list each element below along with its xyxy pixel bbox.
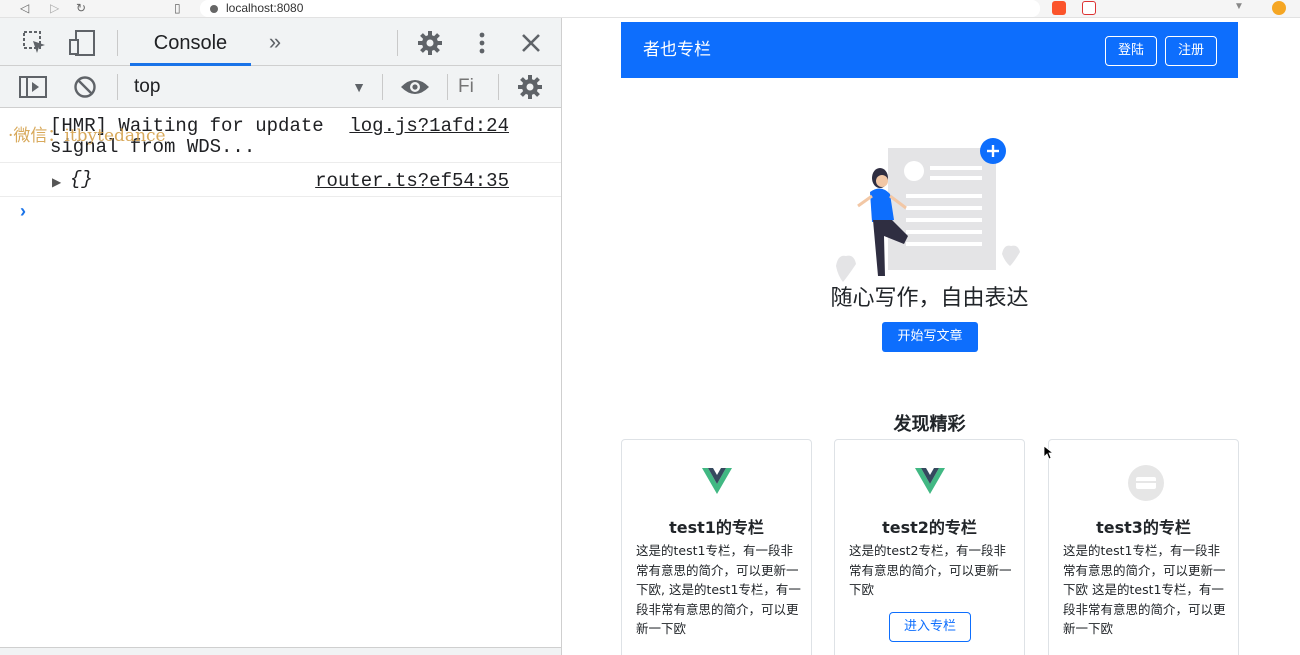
rewards-icon[interactable] bbox=[1082, 1, 1096, 15]
section-title: 发现精彩 bbox=[893, 414, 966, 435]
enter-column-button[interactable]: 进入专栏 bbox=[889, 612, 971, 642]
filter-input[interactable] bbox=[458, 74, 488, 100]
hero-illustration bbox=[828, 136, 1028, 286]
console-prompt-icon[interactable]: › bbox=[20, 201, 26, 222]
brand-logo[interactable]: 者也专栏 bbox=[643, 22, 711, 78]
eye-icon[interactable] bbox=[400, 75, 430, 104]
console-toolbar: top ▼ bbox=[0, 66, 561, 108]
gear-icon[interactable] bbox=[416, 30, 444, 61]
device-toolbar-icon[interactable] bbox=[68, 30, 98, 61]
console-source-link[interactable]: log.js?1afd:24 bbox=[349, 116, 509, 137]
divider bbox=[117, 30, 118, 56]
card-title: test3的专栏 bbox=[1096, 518, 1191, 537]
placeholder-logo-icon bbox=[1127, 464, 1164, 501]
divider bbox=[498, 74, 499, 100]
start-writing-button[interactable]: 开始写文章 bbox=[882, 322, 978, 352]
divider bbox=[382, 74, 383, 100]
column-card: test2的专栏 这是的test2专栏，有一段非常有意思的简介，可以更新一下欧 … bbox=[834, 439, 1025, 655]
forward-icon[interactable]: ▷ bbox=[50, 1, 59, 15]
console-settings-icon[interactable] bbox=[516, 74, 544, 105]
watermark-text: ·微信：itbytedance bbox=[8, 126, 166, 146]
web-page: 者也专栏 登陆 注册 随心写作，自由表达 开始写文章 发现精彩 test1的专栏… bbox=[563, 18, 1300, 655]
bookmark-icon[interactable]: ▯ bbox=[174, 1, 181, 15]
mouse-cursor-icon bbox=[1044, 446, 1054, 460]
card-description: 这是的test2专栏，有一段非常有意思的简介，可以更新一下欧 bbox=[849, 543, 1012, 597]
vue-logo-icon bbox=[913, 464, 947, 498]
login-button[interactable]: 登陆 bbox=[1105, 36, 1157, 66]
site-info-icon[interactable] bbox=[210, 4, 218, 13]
context-value: top bbox=[134, 76, 161, 97]
card-description: 这是的test1专栏，有一段非常有意思的简介，可以更新一下欧 这是的test1专… bbox=[1063, 543, 1226, 636]
console-object[interactable]: {} bbox=[70, 169, 93, 190]
card-description: 这是的test1专栏，有一段非常有意思的简介，可以更新一下欧, 这是的test1… bbox=[636, 543, 801, 636]
sidebar-toggle-icon[interactable] bbox=[18, 75, 48, 104]
card-title: test2的专栏 bbox=[882, 518, 977, 537]
devtools-bottom-bar bbox=[0, 647, 561, 655]
browser-toolbar: ◁ ▷ ↻ ▯ localhost:8080 ▼ bbox=[0, 0, 1300, 18]
divider bbox=[447, 74, 448, 100]
column-card: test1的专栏 这是的test1专栏，有一段非常有意思的简介，可以更新一下欧,… bbox=[621, 439, 812, 655]
column-card: test3的专栏 这是的test1专栏，有一段非常有意思的简介，可以更新一下欧 … bbox=[1048, 439, 1239, 655]
extension-icon[interactable] bbox=[1272, 1, 1286, 15]
brave-shield-icon[interactable] bbox=[1052, 1, 1066, 15]
back-icon[interactable]: ◁ bbox=[20, 1, 29, 15]
vue-logo-icon bbox=[700, 464, 734, 498]
chevron-down-icon: ▼ bbox=[352, 79, 366, 95]
hero-title: 随心写作，自由表达 bbox=[830, 286, 1029, 311]
console-message[interactable]: ▶ {} router.ts?ef54:35 bbox=[0, 163, 561, 197]
reload-icon[interactable]: ↻ bbox=[76, 1, 86, 15]
context-selector[interactable]: top ▼ bbox=[134, 74, 374, 100]
address-bar[interactable]: localhost:8080 bbox=[200, 0, 1040, 17]
inspect-element-icon[interactable] bbox=[22, 30, 48, 61]
close-icon[interactable] bbox=[518, 30, 544, 61]
devtools-tabbar: Console » bbox=[0, 18, 561, 66]
dropdown-icon[interactable]: ▼ bbox=[1232, 1, 1246, 15]
clear-console-icon[interactable] bbox=[72, 75, 98, 104]
navbar: 者也专栏 登陆 注册 bbox=[621, 22, 1238, 78]
card-title: test1的专栏 bbox=[669, 518, 764, 537]
url-text: localhost:8080 bbox=[226, 1, 304, 15]
devtools-panel: Console » top ▼ Fi [HMR] Waiting for upd… bbox=[0, 18, 562, 655]
expand-triangle-icon[interactable]: ▶ bbox=[52, 172, 61, 193]
tab-console[interactable]: Console bbox=[130, 18, 251, 66]
more-tabs-icon[interactable]: » bbox=[262, 30, 288, 54]
divider bbox=[397, 30, 398, 56]
kebab-menu-icon[interactable] bbox=[470, 30, 494, 61]
console-source-link[interactable]: router.ts?ef54:35 bbox=[315, 171, 509, 192]
console-output: [HMR] Waiting for update signal from WDS… bbox=[0, 108, 561, 197]
register-button[interactable]: 注册 bbox=[1165, 36, 1217, 66]
console-message: [HMR] Waiting for update signal from WDS… bbox=[0, 108, 561, 163]
divider bbox=[117, 74, 118, 100]
